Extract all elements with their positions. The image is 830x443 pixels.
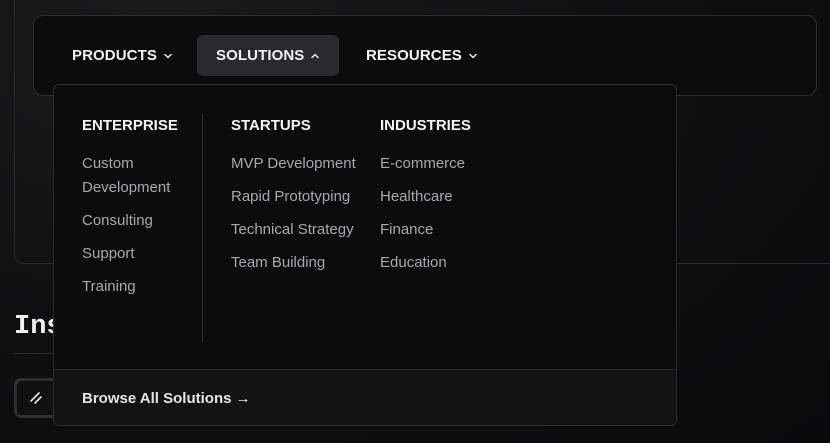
dropdown-link-finance[interactable]: Finance (380, 218, 465, 242)
page: PRODUCTS SOLUTIONS RESOURCES Ins ENTERPR (0, 0, 830, 443)
nav-solutions-label: SOLUTIONS (216, 47, 305, 64)
column-list: Custom Development Consulting Support Tr… (82, 152, 202, 308)
dropdown-link-technical-strategy[interactable]: Technical Strategy (231, 218, 356, 242)
solutions-dropdown: ENTERPRISE Custom Development Consulting… (53, 84, 677, 426)
chevron-down-icon (469, 53, 477, 58)
nav-resources[interactable]: RESOURCES (347, 35, 497, 76)
column-title: INDUSTRIES (380, 117, 471, 134)
column-list: E-commerce Healthcare Finance Education (380, 152, 465, 284)
edit-icon (30, 392, 42, 404)
chevron-down-icon (164, 53, 172, 58)
browse-all-solutions-link[interactable]: Browse All Solutions → (82, 390, 251, 407)
dropdown-footer: Browse All Solutions → (54, 369, 676, 425)
dropdown-link-support[interactable]: Support (82, 242, 202, 266)
dropdown-link-training[interactable]: Training (82, 275, 202, 299)
column-title: STARTUPS (231, 117, 311, 134)
nav-resources-label: RESOURCES (366, 47, 462, 64)
nav-products-label: PRODUCTS (72, 47, 157, 64)
dropdown-link-consulting[interactable]: Consulting (82, 209, 202, 233)
dropdown-link-mvp-development[interactable]: MVP Development (231, 152, 356, 176)
column-title: ENTERPRISE (82, 117, 178, 134)
dropdown-link-team-building[interactable]: Team Building (231, 251, 356, 275)
nav-solutions[interactable]: SOLUTIONS (197, 35, 340, 76)
chevron-up-icon (311, 53, 320, 58)
dropdown-link-education[interactable]: Education (380, 251, 465, 275)
column-divider (202, 114, 203, 342)
nav-products[interactable]: PRODUCTS (53, 35, 192, 76)
dropdown-link-healthcare[interactable]: Healthcare (380, 185, 465, 209)
dropdown-link-custom-development[interactable]: Custom Development (82, 152, 202, 200)
column-list: MVP Development Rapid Prototyping Techni… (231, 152, 356, 284)
dropdown-link-rapid-prototyping[interactable]: Rapid Prototyping (231, 185, 356, 209)
edit-button[interactable] (14, 378, 58, 418)
dropdown-link-ecommerce[interactable]: E-commerce (380, 152, 465, 176)
